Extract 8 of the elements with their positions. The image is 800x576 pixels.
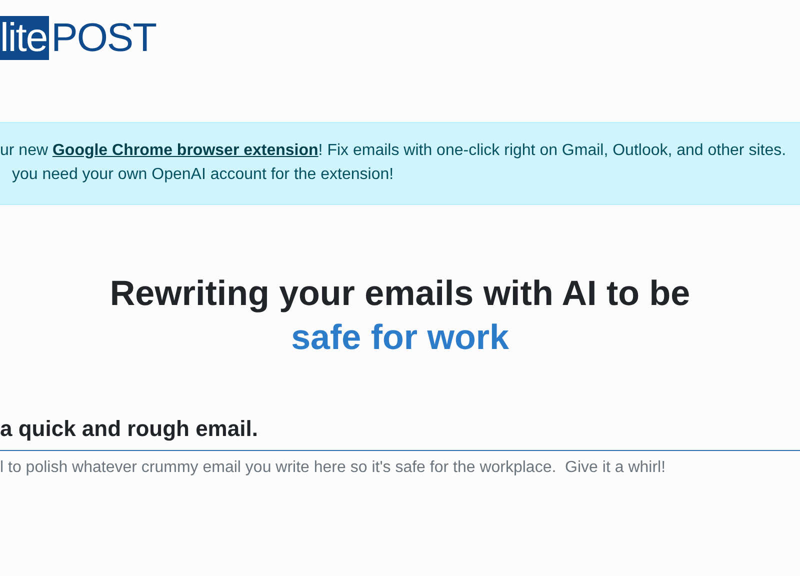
banner-text: ur new Google Chrome browser extension! Fix emails with one-click right on Gmail, Outlook, and other sites.: [0, 141, 788, 161]
hero-highlight: safe for work: [290, 317, 510, 359]
logo[interactable]: litePOST: [0, 16, 156, 60]
hero-title: Rewriting your emails with AI to be: [108, 273, 692, 315]
extension-link[interactable]: Google Chrome browser extension: [52, 142, 318, 159]
banner-text: you need your own OpenAI account for the extension!: [11, 165, 395, 185]
email-input[interactable]: l to polish whatever crummy email you write here so it's safe for the workplace. Give it a whirl!: [0, 450, 800, 560]
section-heading: a quick and rough email.: [0, 415, 259, 443]
